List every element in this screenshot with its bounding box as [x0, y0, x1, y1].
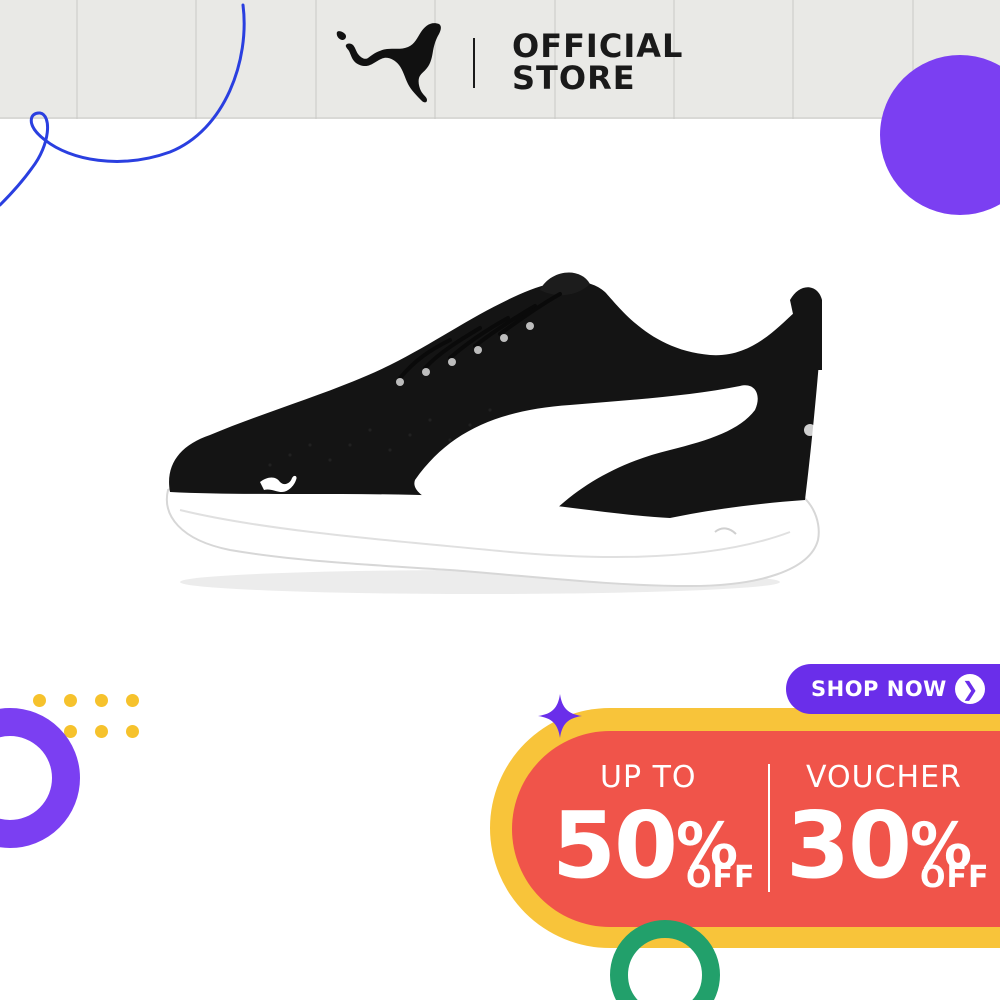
official-store-label: OFFICIAL STORE: [512, 30, 683, 94]
store-line-2: STORE: [512, 59, 636, 97]
header-divider: [473, 38, 475, 88]
product-banner: OFFICIAL STORE SHOP NOW ❯ UP TO VOUCHER …: [0, 0, 1000, 1000]
chevron-right-icon[interactable]: ❯: [955, 674, 985, 704]
promo-right-number: 30: [786, 792, 912, 899]
decorative-line: [0, 3, 246, 207]
promo-right-off: OFF: [920, 860, 990, 895]
puma-cat-logo: [336, 23, 441, 103]
shop-now-label: SHOP NOW: [811, 677, 947, 701]
promo-divider: [768, 764, 770, 892]
store-line-1: OFFICIAL: [512, 27, 684, 65]
promo-left-number: 50: [552, 792, 678, 899]
promo-right-label: VOUCHER: [806, 760, 962, 795]
promo-left-off: OFF: [686, 860, 756, 895]
promo-left-label: UP TO: [600, 760, 697, 795]
sparkle-icon: [538, 694, 582, 738]
sneaker-image: [165, 272, 822, 594]
